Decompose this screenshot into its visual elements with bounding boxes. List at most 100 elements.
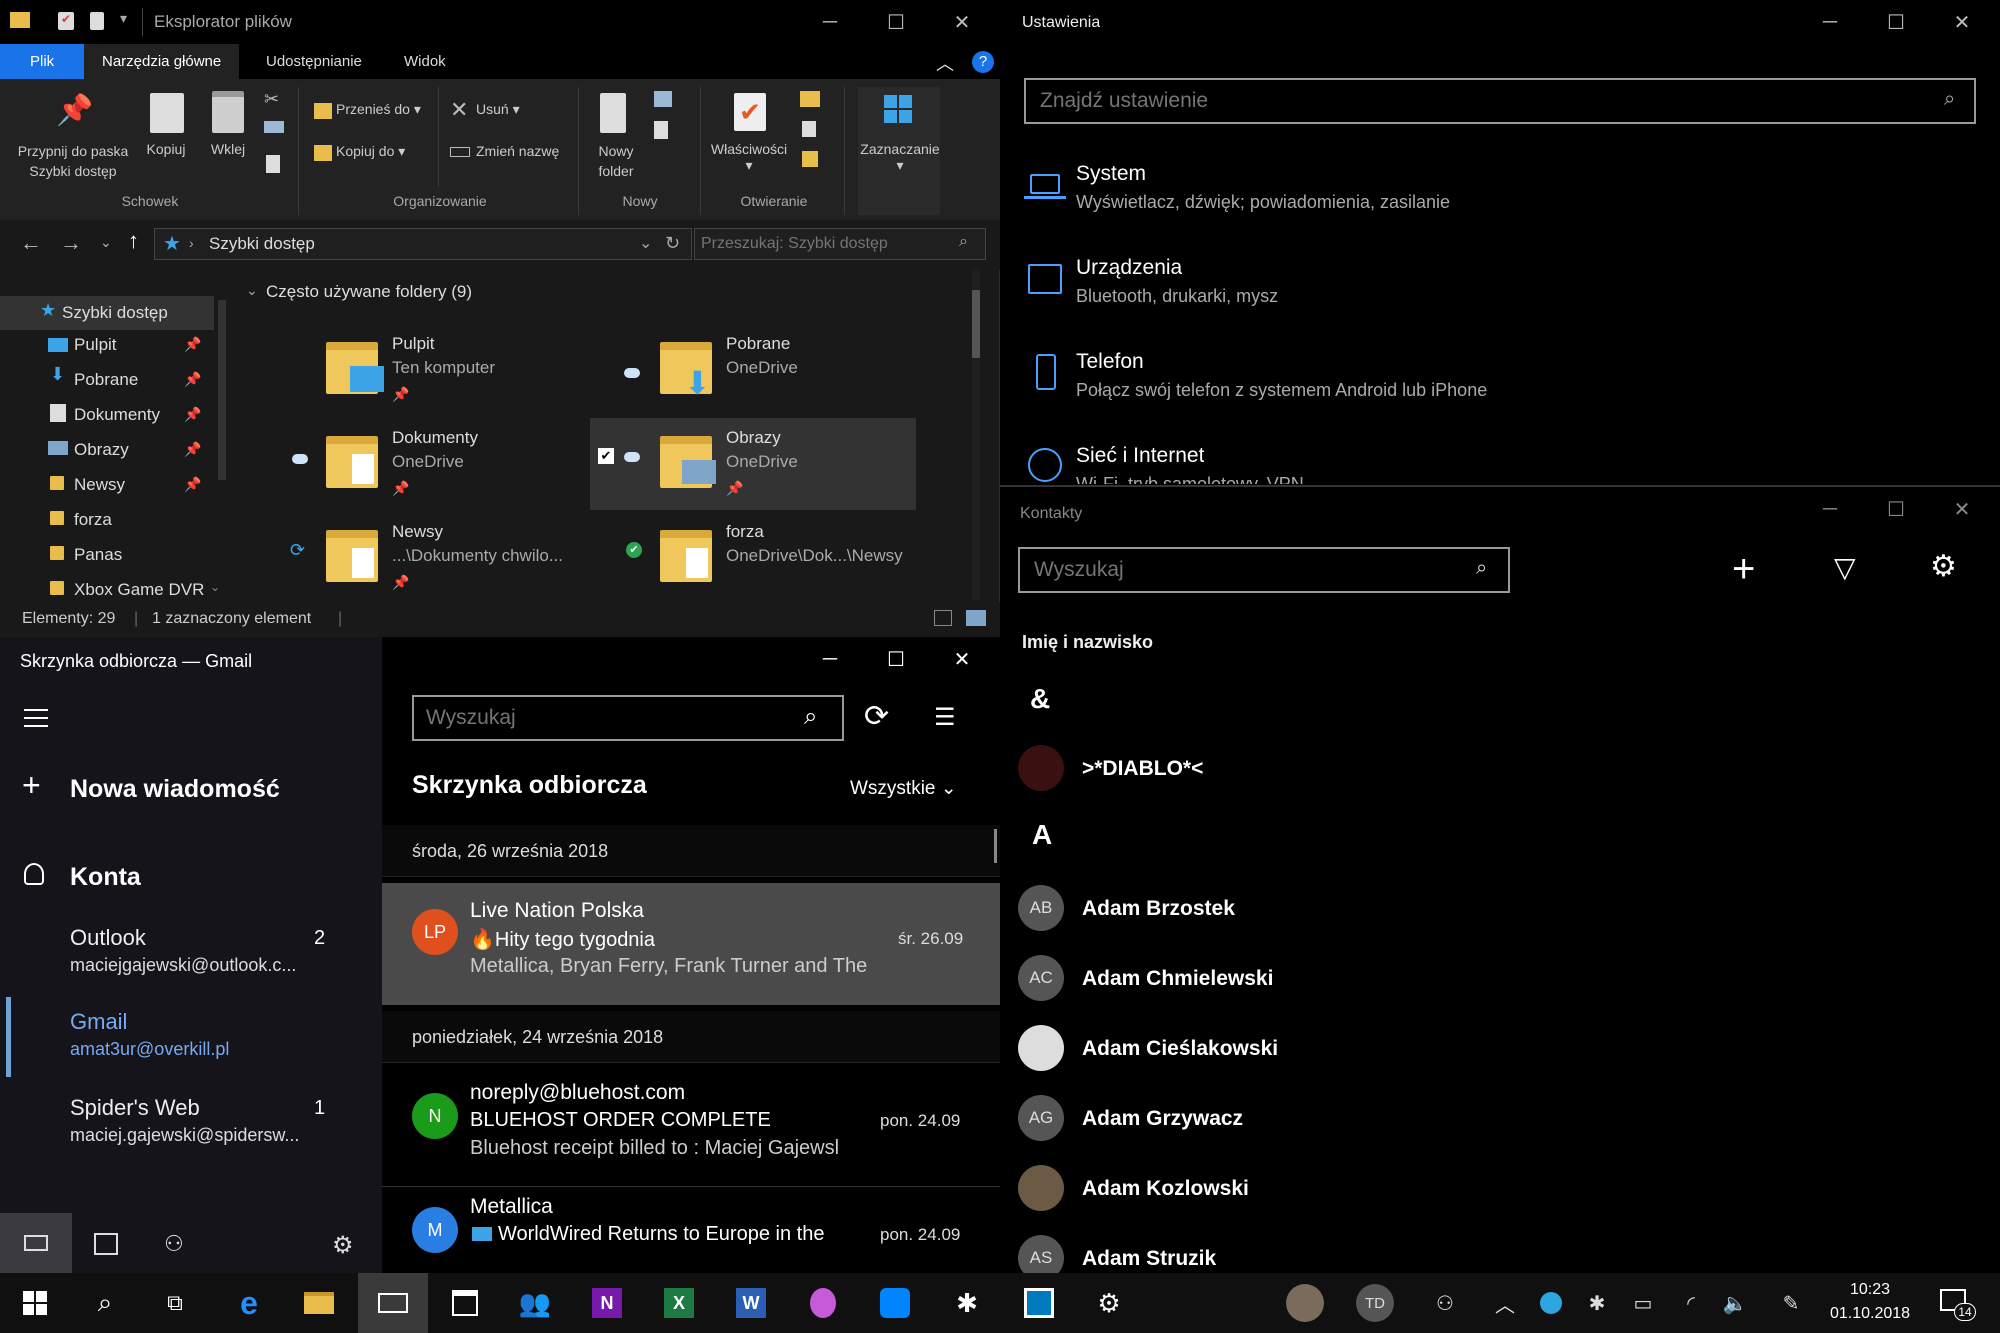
folder-tile-pulpit[interactable]: Pulpit Ten komputer 📌 [326,328,576,412]
messenger-taskbar-button[interactable] [860,1273,930,1333]
paste-shortcut-icon[interactable] [266,155,280,173]
telegram-icon[interactable] [1536,1273,1566,1333]
contact-row[interactable]: Adam Kozlowski [1018,1165,1978,1215]
address-bar[interactable]: ★ › Szybki dostęp ⌄ ↻ [154,228,692,260]
clock-date[interactable]: 01.10.2018 [1824,1305,1916,1323]
properties-quick-icon[interactable]: ✔ [58,12,74,30]
minimize-button[interactable]: ─ [1800,487,1860,531]
people-icon[interactable]: 👥 [500,1273,570,1333]
account-item-outlook[interactable]: Outlook maciejgajewski@outlook.c... 2 [0,917,382,987]
battery-icon[interactable]: ▭ [1628,1273,1658,1333]
file-explorer-taskbar-button[interactable] [284,1273,354,1333]
message-item[interactable]: N noreply@bluehost.com BLUEHOST ORDER CO… [382,1069,1000,1187]
history-icon[interactable] [802,151,818,167]
move-to-button[interactable]: Przenieś do ▾ [336,101,421,118]
properties-button[interactable]: Właściwości ▾ [706,141,792,174]
easy-access-icon[interactable] [654,121,668,139]
refresh-icon[interactable]: ↻ [665,233,680,254]
mail-search-input[interactable] [426,705,786,731]
pen-icon[interactable]: ✎ [1776,1273,1806,1333]
details-view-icon[interactable] [934,610,952,626]
nav-item-quick-access[interactable]: Szybki dostęp [62,296,168,330]
explorer-search[interactable]: ⌕ [694,228,986,260]
folder-tile-forza[interactable]: forza OneDrive\Dok...\Newsy [660,516,910,600]
contact-row[interactable]: Adam Cieślakowski [1018,1025,1978,1075]
volume-icon[interactable]: 🔈 [1720,1273,1750,1333]
minimize-button[interactable]: ─ [800,0,860,44]
content-scrollbar-thumb[interactable] [972,290,980,358]
open-icon[interactable] [800,91,820,107]
message-item[interactable]: M Metallica WorldWired Returns to Europe… [382,1193,1000,1273]
message-item[interactable]: LP Live Nation Polska 🔥Hity tego tygodni… [382,883,1000,1005]
close-button[interactable]: ✕ [1932,0,1992,44]
mail-nav-button[interactable] [0,1213,72,1273]
contact-row[interactable]: AB Adam Brzostek [1018,885,1978,935]
task-view-icon[interactable]: ⧉ [140,1273,210,1333]
up-icon[interactable]: ↑ [128,228,139,254]
nav-item-forza[interactable]: forza [74,503,112,537]
close-button[interactable]: ✕ [932,0,992,44]
folder-tile-newsy[interactable]: Newsy ...\Dokumenty chwilo... 📌 [326,516,576,600]
message-list-scrollbar[interactable] [994,829,997,863]
account-item-gmail[interactable]: Gmail amat3ur@overkill.pl [0,997,382,1077]
mail-search-box[interactable]: ⌕ [412,695,844,741]
customize-quick-access-icon[interactable]: ▾ [120,10,127,27]
copy-button[interactable]: Kopiuj [140,141,192,157]
back-icon[interactable]: ← [20,230,42,256]
onenote-taskbar-button[interactable]: N [572,1273,642,1333]
maximize-button[interactable]: ☐ [866,637,926,681]
group-letter[interactable]: A [1032,819,1052,851]
nav-item-pictures[interactable]: Obrazy [74,433,129,467]
maximize-button[interactable]: ☐ [1866,0,1926,44]
gear-icon[interactable]: ⚙ [1074,1273,1144,1333]
delete-button[interactable]: Usuń ▾ [476,101,520,118]
cut-icon[interactable]: ✂ [264,89,279,110]
maximize-button[interactable]: ☐ [866,0,926,44]
tab-file[interactable]: Plik [0,44,85,79]
paint3d-taskbar-button[interactable] [788,1273,858,1333]
add-contact-icon[interactable]: + [1732,547,1755,592]
select-button[interactable]: Zaznaczanie ▾ [852,141,948,174]
pin-to-quick-access-button[interactable]: Przypnij do paska Szybki dostęp [6,141,140,181]
accounts-header[interactable]: Konta [70,863,141,892]
new-folder-button[interactable]: Nowy folder [586,141,646,181]
selection-mode-icon[interactable]: ☰ [934,703,956,732]
nav-item-documents[interactable]: Dokumenty [74,398,160,432]
nav-item-desktop[interactable]: Pulpit [74,328,117,362]
slack-icon[interactable]: ✱ [932,1273,1002,1333]
maximize-button[interactable]: ☐ [1866,487,1926,531]
start-button[interactable] [0,1273,70,1333]
settings-search-input[interactable] [1040,88,1920,114]
close-button[interactable]: ✕ [1932,487,1992,531]
search-icon[interactable]: ⌕ [70,1273,140,1333]
mail-taskbar-button[interactable] [358,1273,428,1333]
folder-tile-obrazy[interactable]: ✔ Obrazy OneDrive 📌 [590,418,916,510]
contact-row[interactable]: >*DIABLO*< [1018,745,1978,799]
help-icon[interactable]: ? [972,51,994,73]
folder-tile-pobrane[interactable]: ⬇ Pobrane OneDrive [660,328,910,412]
minimize-button[interactable]: ─ [1800,0,1860,44]
nav-scrollbar[interactable] [218,300,226,480]
edge-icon[interactable]: e [214,1273,284,1333]
rename-button[interactable]: Zmień nazwę [476,143,559,159]
contacts-search-box[interactable]: ⌕ [1018,547,1510,593]
settings-item-network[interactable]: Sieć i Internet Wi-Fi, tryb samolotowy, … [1020,440,1980,484]
people-icon[interactable]: ⚇ [1430,1273,1460,1333]
calendar-taskbar-button[interactable] [430,1273,500,1333]
chevron-down-icon[interactable]: ⌄ [246,282,258,299]
scroll-down-arrow-icon[interactable]: ⌄ [210,580,220,594]
chevron-up-icon[interactable]: ︿ [1490,1273,1520,1333]
clock-time[interactable]: 10:23 [1824,1281,1916,1299]
new-message-button[interactable]: Nowa wiadomość [70,775,280,804]
edit-icon[interactable] [802,121,816,137]
hamburger-icon[interactable] [24,709,48,727]
contact-row[interactable]: AC Adam Chmielewski [1018,955,1978,1005]
people-icon[interactable]: ⚇ [164,1231,184,1257]
gear-icon[interactable]: ⚙ [332,1231,354,1260]
filter-dropdown[interactable]: Wszystkie ⌄ [850,777,957,800]
account-item-spiders-web[interactable]: Spider's Web maciej.gajewski@spidersw...… [0,1087,382,1157]
avatar[interactable] [1286,1284,1324,1322]
calendar-icon[interactable] [94,1233,118,1255]
section-header[interactable]: Często używane foldery (9) [266,282,472,302]
trello-taskbar-button[interactable] [1004,1273,1074,1333]
